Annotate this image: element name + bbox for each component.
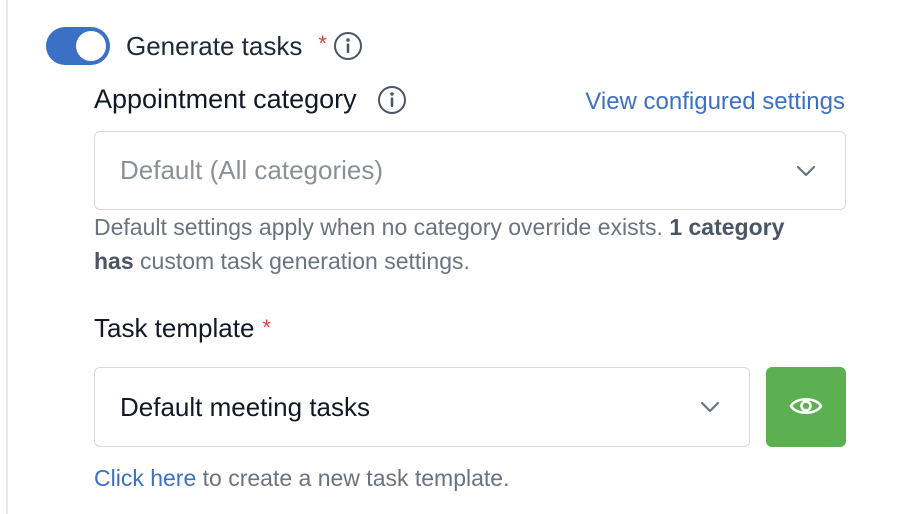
view-configured-settings-link[interactable]: View configured settings (585, 88, 845, 116)
required-marker: * (318, 31, 327, 56)
appointment-category-label: Appointment category (94, 84, 357, 114)
task-template-label: Task template (94, 313, 255, 343)
generate-tasks-toggle[interactable] (46, 27, 110, 65)
generate-tasks-row: Generate tasks * (46, 26, 363, 66)
task-template-value: Default meeting tasks (120, 391, 371, 422)
appointment-category-help-text: Default settings apply when no category … (94, 210, 814, 278)
task-template-select[interactable]: Default meeting tasks (94, 367, 750, 447)
help-text-suffix: custom task generation settings. (140, 248, 470, 274)
info-icon[interactable] (333, 31, 363, 61)
preview-template-button[interactable] (766, 367, 846, 447)
chevron-down-icon (793, 158, 819, 184)
panel-divider (6, 0, 8, 514)
info-icon[interactable] (377, 85, 407, 115)
task-generation-panel: Generate tasks * Appointment category Vi… (0, 0, 904, 514)
appointment-category-value: Default (All categories) (120, 155, 383, 185)
help-text-prefix: Default settings apply when no category … (94, 214, 663, 240)
task-template-label-row: Task template * (94, 313, 271, 344)
required-marker: * (262, 315, 271, 340)
create-template-link[interactable]: Click here (94, 465, 196, 491)
create-template-note: Click here to create a new task template… (94, 465, 509, 492)
appointment-category-select[interactable]: Default (All categories) (94, 131, 846, 210)
create-template-text: to create a new task template. (202, 465, 510, 491)
chevron-down-icon (697, 394, 723, 420)
appointment-category-label-row: Appointment category (94, 84, 407, 115)
eye-icon (788, 388, 824, 427)
toggle-knob (76, 31, 106, 61)
generate-tasks-label: Generate tasks (126, 30, 303, 61)
